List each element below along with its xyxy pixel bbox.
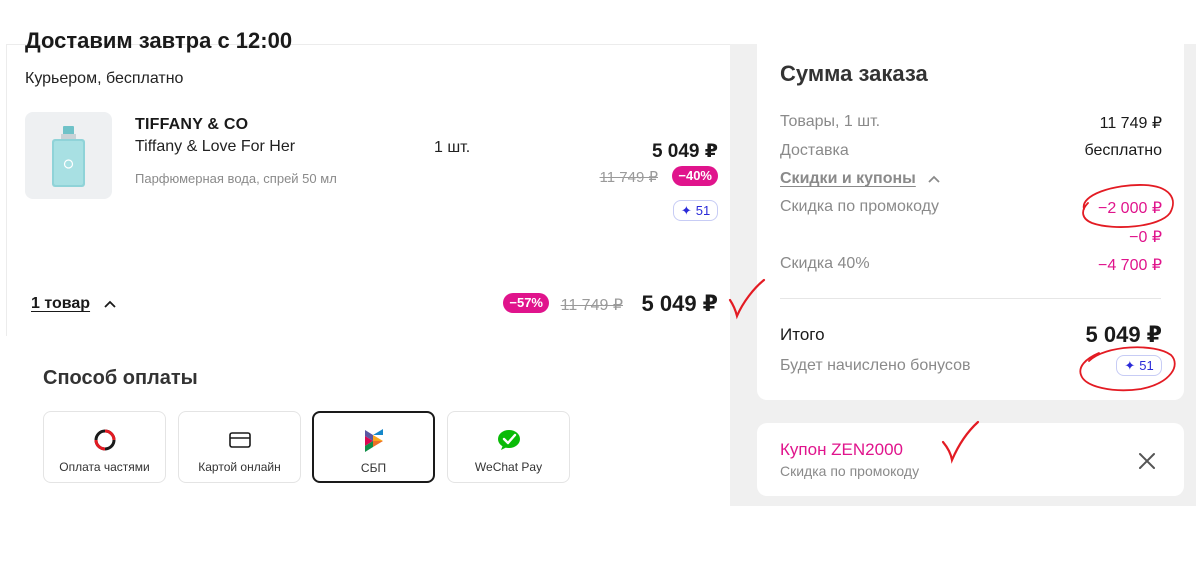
bonus-value: 51 xyxy=(1139,358,1154,373)
total-label: Итого xyxy=(780,325,825,344)
installments-icon xyxy=(93,428,117,452)
total-discount-badge: −57% xyxy=(503,293,549,313)
promo-discount-value-2: −0 ₽ xyxy=(1129,229,1162,246)
total-price: 5 049 ₽ xyxy=(641,291,718,316)
goods-label: Товары, 1 шт. xyxy=(780,113,881,130)
payment-option-card[interactable]: Картой онлайн xyxy=(178,411,301,483)
product-price: 5 049 ₽ xyxy=(651,141,718,162)
payment-option-label: WeChat Pay xyxy=(474,460,543,474)
delivery-title: Доставим завтра с 12:00 xyxy=(25,28,293,53)
payment-option-label: Картой онлайн xyxy=(198,460,281,474)
bonus-badge: ✦ 51 xyxy=(1116,355,1162,376)
delivery-value: бесплатно xyxy=(1084,142,1163,159)
close-icon[interactable] xyxy=(1137,451,1157,471)
chevron-up-icon xyxy=(928,175,940,183)
summary-divider xyxy=(780,298,1161,299)
promo-discount-label: Скидка по промокоду xyxy=(780,198,939,215)
product-discount-badge: −40% xyxy=(672,166,718,186)
product-bonus-value: 51 xyxy=(695,203,711,218)
product-name[interactable]: Tiffany & Love For Her xyxy=(135,138,295,156)
items-toggle[interactable]: 1 товар xyxy=(31,295,116,313)
discount-40-label: Скидка 40% xyxy=(780,255,870,272)
payment-option-label: Оплата частями xyxy=(59,460,150,474)
payment-title: Способ оплаты xyxy=(43,367,198,389)
card-icon xyxy=(228,428,252,452)
product-brand[interactable]: TIFFANY & CO xyxy=(135,116,248,134)
bonus-star-icon: ✦ xyxy=(1124,357,1136,373)
summary-title: Сумма заказа xyxy=(780,61,928,86)
discount-40-value: −4 700 ₽ xyxy=(1097,257,1162,274)
bonus-star-icon: ✦ xyxy=(680,202,692,218)
payment-option-sbp[interactable]: СБП xyxy=(312,411,435,483)
total-value: 5 049 ₽ xyxy=(1085,322,1162,347)
payment-option-label: СБП xyxy=(360,461,387,475)
delivery-label: Доставка xyxy=(780,142,849,159)
wechat-icon xyxy=(497,428,521,452)
payment-option-installments[interactable]: Оплата частями xyxy=(43,411,166,483)
total-old-price: 11 749 ₽ xyxy=(560,297,623,314)
sbp-icon xyxy=(362,429,386,453)
product-bonus-badge: ✦ 51 xyxy=(673,200,718,221)
delivery-subtitle: Курьером, бесплатно xyxy=(25,70,184,87)
coupon-title: Купон ZEN2000 xyxy=(780,440,903,459)
bonus-label: Будет начислено бонусов xyxy=(780,357,971,374)
product-old-price: 11 749 ₽ xyxy=(599,169,658,186)
coupon-subtitle: Скидка по промокоду xyxy=(780,463,920,479)
promo-discount-value: −2 000 ₽ xyxy=(1097,200,1162,217)
product-description: Парфюмерная вода, спрей 50 мл xyxy=(135,171,337,186)
items-toggle-label: 1 товар xyxy=(31,295,91,312)
discounts-toggle-label: Скидки и купоны xyxy=(780,170,916,187)
payment-option-wechat[interactable]: WeChat Pay xyxy=(447,411,570,483)
goods-value: 11 749 ₽ xyxy=(1099,115,1162,132)
product-image[interactable] xyxy=(25,112,112,199)
product-quantity: 1 шт. xyxy=(434,139,471,156)
chevron-up-icon xyxy=(104,300,116,308)
discounts-toggle[interactable]: Скидки и купоны xyxy=(780,170,940,188)
